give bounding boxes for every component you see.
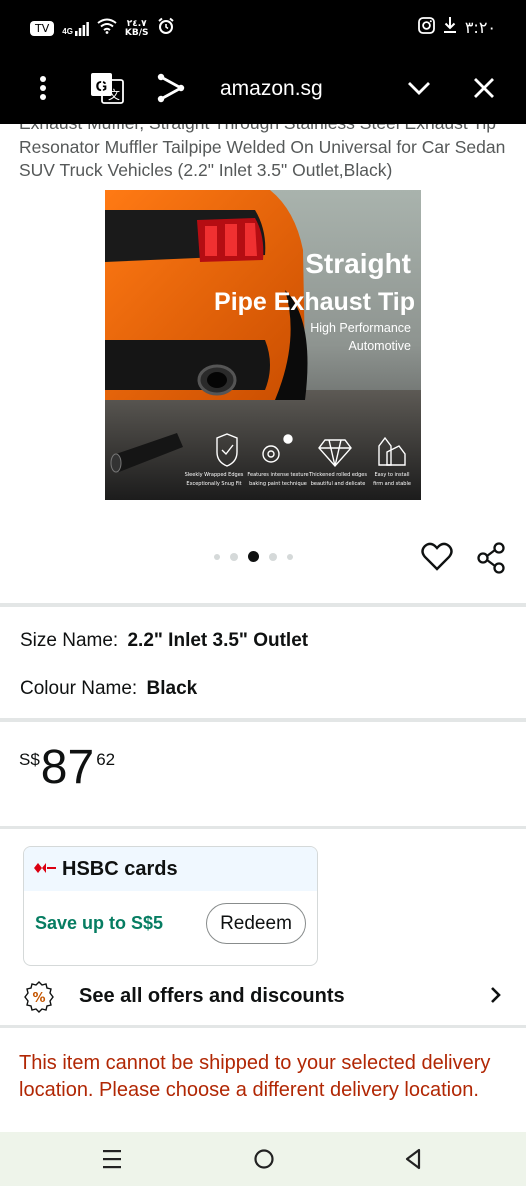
- product-title-container: Exhaust Muffler, Straight Through Stainl…: [0, 124, 526, 188]
- translate-button[interactable]: G 文: [88, 56, 126, 124]
- carousel-dot[interactable]: [230, 552, 238, 561]
- image-headline-1: Straight: [305, 248, 411, 279]
- network-type: 4G: [62, 26, 73, 36]
- redeem-button[interactable]: Redeem: [206, 903, 306, 944]
- size-label: Size Name:: [20, 630, 119, 651]
- image-headline-2: Pipe Exhaust Tip: [214, 288, 415, 316]
- offer-save-text: Save up to S$5: [35, 913, 164, 933]
- svg-text:文: 文: [108, 87, 120, 102]
- share-button[interactable]: [476, 542, 506, 579]
- network-speed: ٢٤.٧ KB/S: [124, 19, 149, 38]
- more-vertical-icon: [39, 75, 47, 106]
- product-image[interactable]: Straight Pipe Exhaust Tip High Performan…: [105, 190, 421, 500]
- status-left: TV 4G ٢٤.٧ KB/S: [30, 17, 175, 40]
- home-button[interactable]: [253, 1148, 275, 1175]
- chevron-down-icon: [407, 81, 431, 100]
- carousel-dot[interactable]: [269, 552, 277, 561]
- offer-header: HSBC cards: [24, 847, 317, 891]
- image-subtitle-2: Automotive: [348, 339, 411, 353]
- url-display[interactable]: amazon.sg: [220, 77, 323, 101]
- back-button[interactable]: [404, 1148, 422, 1175]
- feature-3-line1: Thickened rolled edges: [308, 472, 367, 478]
- product-image-art: Straight Pipe Exhaust Tip High Performan…: [105, 190, 421, 500]
- feature-2-line2: baking paint technique: [249, 481, 307, 487]
- price-fraction: 62: [96, 750, 116, 769]
- share-icon: [476, 542, 506, 578]
- carousel-dots[interactable]: [214, 551, 293, 562]
- alarm-icon: [157, 17, 175, 40]
- close-icon: [473, 77, 495, 104]
- tv-badge: TV: [30, 21, 55, 36]
- download-icon: [443, 16, 457, 38]
- feature-4-line1: Easy to install: [375, 472, 410, 478]
- circle-home-icon: [253, 1149, 275, 1174]
- expand-button[interactable]: [404, 56, 434, 124]
- hsbc-logo-icon: [34, 860, 56, 878]
- price: S$ 87 62: [19, 744, 115, 792]
- size-value: 2.2" Inlet 3.5" Outlet: [127, 630, 309, 651]
- wifi-icon: [97, 18, 117, 39]
- recent-apps-button[interactable]: [102, 1148, 122, 1175]
- offer-body: Save up to S$5 Redeem: [24, 891, 317, 965]
- colour-value: Black: [146, 678, 198, 699]
- price-currency: S$: [19, 750, 40, 769]
- clock-time: ٣:٢٠: [464, 17, 496, 37]
- section-divider: [0, 718, 526, 722]
- status-bar: TV 4G ٢٤.٧ KB/S ٣:٢٠: [0, 0, 526, 56]
- see-all-offers-link[interactable]: % See all offers and discounts: [0, 976, 526, 1018]
- feature-1-line2: Exceptionally Snug Fit: [186, 481, 241, 487]
- feature-3-line2: beautiful and delicate: [311, 481, 366, 487]
- svg-text:%: %: [32, 991, 45, 1006]
- chevron-right-icon: [490, 986, 502, 1009]
- instagram-icon: [417, 16, 435, 38]
- carousel-dot[interactable]: [287, 553, 293, 560]
- translate-icon: G 文: [90, 72, 124, 109]
- see-all-offers-label: See all offers and discounts: [79, 985, 345, 1007]
- close-button[interactable]: [470, 56, 498, 124]
- browser-toolbar: G 文 amazon.sg: [0, 56, 526, 124]
- feature-4-line2: firm and stable: [373, 481, 411, 487]
- colour-row[interactable]: Colour Name: Black: [20, 678, 197, 700]
- share-route-icon: [157, 73, 185, 108]
- wishlist-button[interactable]: [421, 542, 453, 577]
- system-nav-bar: [0, 1132, 526, 1186]
- section-divider: [0, 826, 526, 829]
- price-whole: 87: [40, 741, 95, 794]
- section-divider: [0, 603, 526, 607]
- carousel-dot-active[interactable]: [248, 551, 259, 562]
- heart-icon: [421, 542, 453, 576]
- image-subtitle-1: High Performance: [310, 321, 411, 335]
- status-right: ٣:٢٠: [417, 16, 496, 38]
- carousel-dot[interactable]: [214, 553, 220, 560]
- section-divider: [0, 1025, 526, 1028]
- menu-lines-icon: [102, 1150, 122, 1174]
- feature-2-line1: Features intense texture: [247, 472, 308, 478]
- discount-badge-icon: %: [23, 981, 55, 1018]
- offer-bank-name: HSBC cards: [62, 857, 178, 880]
- cellular-signal-icon: 4G: [62, 21, 89, 36]
- speed-unit: KB/S: [124, 27, 149, 38]
- more-options-button[interactable]: [28, 56, 58, 124]
- share-link-button[interactable]: [154, 56, 188, 124]
- size-row[interactable]: Size Name: 2.2" Inlet 3.5" Outlet: [20, 630, 308, 652]
- triangle-back-icon: [404, 1148, 422, 1174]
- product-title: Exhaust Muffler, Straight Through Stainl…: [19, 124, 506, 180]
- feature-1-line1: Sleekly Wrapped Edges: [185, 472, 244, 478]
- shipping-warning: This item cannot be shipped to your sele…: [19, 1052, 491, 1101]
- colour-label: Colour Name:: [20, 678, 138, 699]
- bank-offer-card[interactable]: HSBC cards Save up to S$5 Redeem: [23, 846, 318, 966]
